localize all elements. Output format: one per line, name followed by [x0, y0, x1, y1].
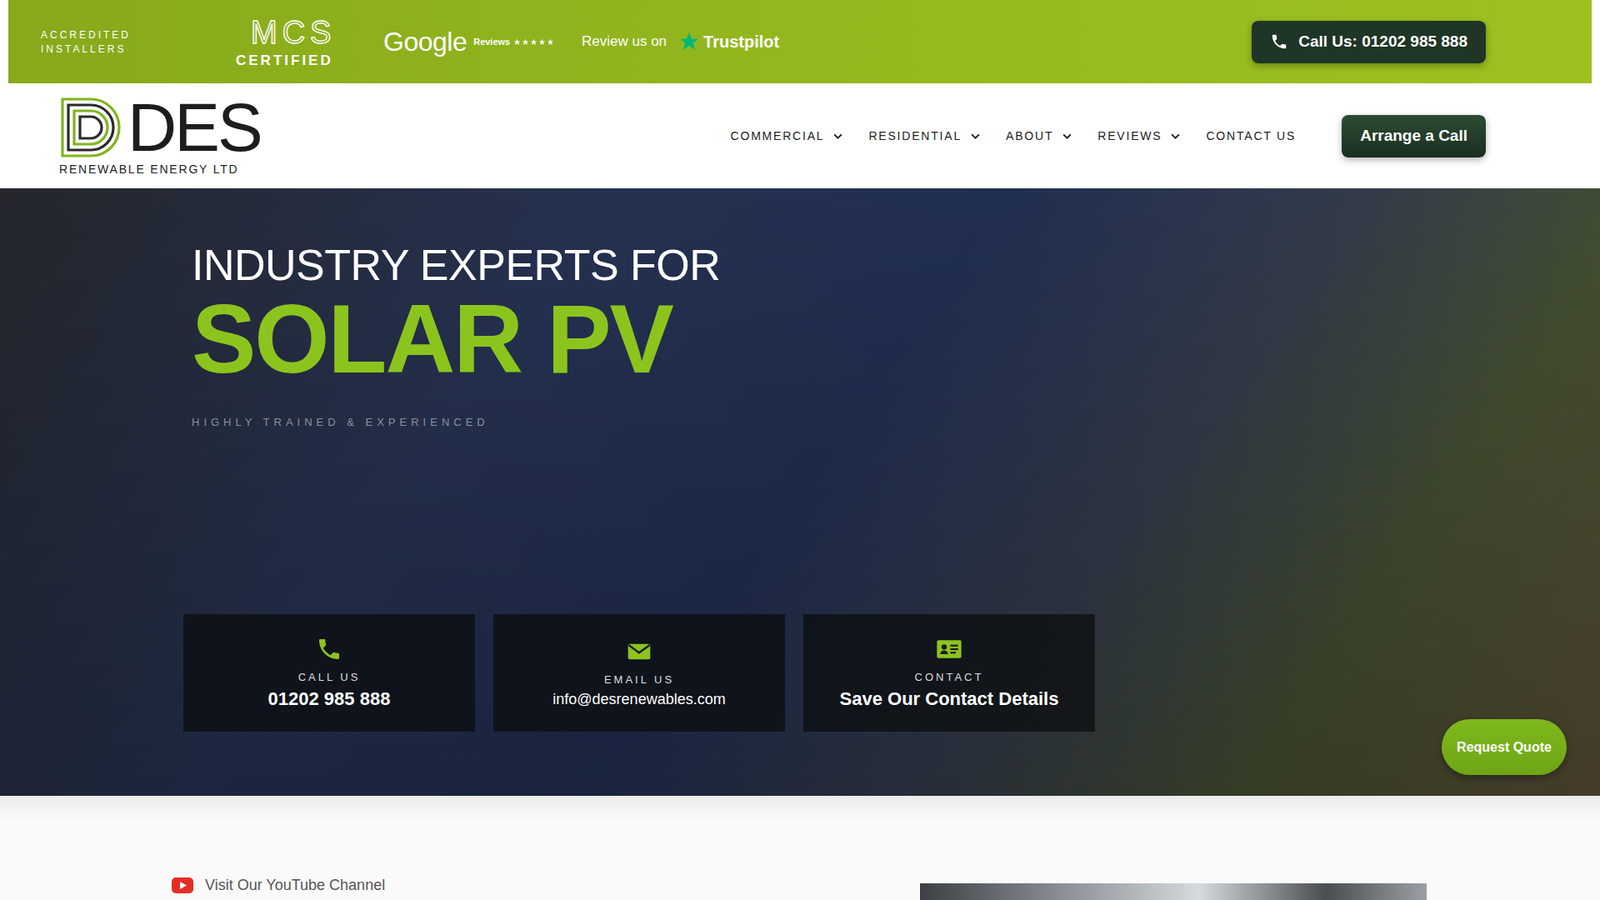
mcs-mark: MCS	[235, 16, 336, 49]
trustpilot-link[interactable]: Review us on Trustpilot	[581, 30, 780, 53]
nav-item[interactable]: COMMERCIAL	[730, 129, 845, 143]
video-thumbnail[interactable]	[920, 883, 1427, 900]
contact-card-value: Save Our Contact Details	[840, 688, 1060, 710]
contact-card[interactable]: EMAIL US info@desrenewables.com	[493, 614, 785, 732]
trustpilot-prefix: Review us on	[581, 33, 667, 50]
youtube-icon	[171, 877, 194, 894]
hero-title: SOLAR PV	[191, 289, 1600, 391]
hero: INDUSTRY EXPERTS FOR SOLAR PV HIGHLY TRA…	[0, 188, 1600, 796]
contact-card[interactable]: CONTACT Save Our Contact Details	[803, 614, 1095, 732]
nav-item-label: RESIDENTIAL	[868, 129, 962, 143]
nav-item-label: CONTACT US	[1205, 129, 1296, 143]
star-icon	[546, 38, 555, 46]
nav-item[interactable]: CONTACT US	[1205, 129, 1296, 143]
nav-item-label: ABOUT	[1005, 129, 1054, 143]
chevron-down-icon	[1170, 130, 1181, 142]
accredited-line: ACCREDITED	[40, 29, 236, 41]
top-bar: ACCREDITED INSTALLERS MCS CERTIFIED Googl…	[8, 0, 1592, 84]
call-button-label: Call Us: 01202 985 888	[1298, 32, 1468, 51]
nav-menu: COMMERCIAL RESIDENTIAL ABOUT REVIEWS CON…	[730, 129, 1297, 143]
youtube-link-label: Visit Our YouTube Channel	[205, 876, 385, 895]
trustpilot-star-icon	[678, 30, 700, 53]
arrange-call-button[interactable]: Arrange a Call	[1341, 115, 1486, 158]
contact-card-value: 01202 985 888	[268, 688, 391, 710]
logo-top: DES	[59, 95, 261, 160]
star-icon	[538, 38, 546, 46]
mcs-logo: MCS CERTIFIED	[235, 16, 384, 68]
nav-bar: DES RENEWABLE ENERGY LTD COMMERCIAL RESI…	[8, 83, 1592, 189]
contact-card-label: CONTACT	[915, 670, 985, 684]
phone-icon	[1270, 32, 1289, 51]
google-logo: Google	[383, 26, 467, 58]
request-quote-button[interactable]: Request Quote	[1441, 719, 1567, 775]
chevron-down-icon	[832, 130, 844, 142]
star-icon	[530, 38, 538, 46]
page: ACCREDITED INSTALLERS MCS CERTIFIED Googl…	[0, 0, 1600, 900]
youtube-link[interactable]: Visit Our YouTube Channel	[171, 876, 385, 895]
youtube-section: Visit Our YouTube Channel	[0, 795, 1600, 900]
phone-icon	[315, 635, 343, 663]
google-reviews-label: Reviews	[473, 36, 510, 47]
google-stars	[513, 38, 555, 46]
contact-card-label: EMAIL US	[604, 673, 675, 686]
chevron-down-icon	[970, 130, 981, 142]
hero-tagline: HIGHLY TRAINED & EXPERIENCED	[191, 415, 1600, 429]
accredited-badge: ACCREDITED INSTALLERS	[40, 29, 236, 55]
nav-item-label: COMMERCIAL	[730, 129, 825, 143]
nav-item-label: REVIEWS	[1097, 129, 1162, 143]
hero-kicker: INDUSTRY EXPERTS FOR	[191, 241, 1600, 290]
contact-card-icon	[935, 635, 963, 663]
contact-card[interactable]: CALL US 01202 985 888	[183, 614, 475, 732]
envelope-icon	[625, 638, 653, 665]
chevron-down-icon	[1061, 130, 1073, 142]
hero-text: INDUSTRY EXPERTS FOR SOLAR PV HIGHLY TRA…	[191, 241, 1600, 429]
nav-item[interactable]: REVIEWS	[1097, 129, 1181, 143]
d-logo-icon	[59, 95, 123, 160]
logo-subtitle: RENEWABLE ENERGY LTD	[59, 162, 261, 176]
accredited-line: INSTALLERS	[40, 43, 236, 55]
logo-name: DES	[127, 96, 261, 159]
site-header: ACCREDITED INSTALLERS MCS CERTIFIED Googl…	[0, 0, 1600, 189]
contact-card-value: info@desrenewables.com	[552, 690, 725, 709]
trustpilot-logo: Trustpilot	[703, 32, 780, 52]
contact-cards: CALL US 01202 985 888 EMAIL US info@desr…	[183, 614, 1600, 732]
call-button[interactable]: Call Us: 01202 985 888	[1251, 20, 1486, 64]
google-reviews-link[interactable]: Google Reviews	[383, 26, 582, 58]
star-icon	[513, 38, 521, 46]
mcs-sub: CERTIFIED	[235, 53, 334, 68]
contact-card-label: CALL US	[298, 670, 361, 684]
nav-item[interactable]: ABOUT	[1005, 129, 1073, 143]
nav-item[interactable]: RESIDENTIAL	[868, 129, 981, 143]
star-icon	[521, 38, 530, 46]
logo[interactable]: DES RENEWABLE ENERGY LTD	[59, 95, 261, 176]
